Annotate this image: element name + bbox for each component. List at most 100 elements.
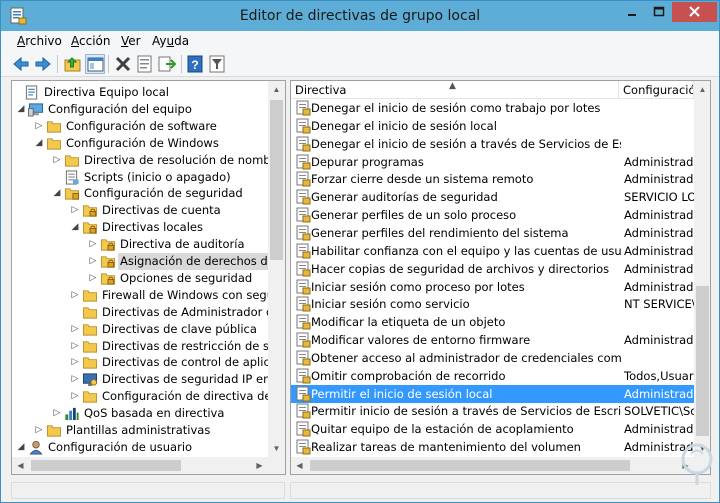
up-one-level-button[interactable]: [63, 54, 83, 74]
policy-setting-value: Administrador: [624, 243, 696, 258]
filter-options-button[interactable]: [207, 54, 227, 74]
minimize-icon: [628, 14, 636, 16]
menu-label-post: rchivo: [25, 34, 62, 48]
scroll-left-arrow[interactable]: ◀: [12, 457, 29, 474]
folder-lock-icon: [82, 220, 98, 235]
policy-row[interactable]: Iniciar sesión como proceso por lotes Adm…: [291, 278, 696, 296]
policy-row[interactable]: Generar perfiles del rendimiento del sis…: [291, 224, 696, 242]
list-horizontal-scrollbar[interactable]: ◀ ▶: [291, 457, 694, 474]
menu-accelerator: A: [71, 34, 79, 48]
policy-row[interactable]: Depurar programas Administrador: [291, 153, 696, 171]
menu-archivo[interactable]: Archivo: [17, 34, 62, 48]
expand-arrow-icon[interactable]: ▷: [70, 202, 80, 219]
policy-row[interactable]: Habilitar confianza con el equipo y las …: [291, 242, 696, 260]
policy-name: Denegar el inicio de sesión como trabajo…: [311, 101, 601, 115]
toolbar-separator: [108, 55, 109, 73]
expand-arrow-icon[interactable]: ▷: [70, 371, 80, 388]
expand-arrow-icon[interactable]: ▷: [70, 388, 80, 405]
scroll-up-arrow[interactable]: ▲: [268, 81, 285, 98]
scroll-down-arrow[interactable]: ▼: [268, 440, 285, 457]
scroll-thumb[interactable]: [310, 460, 630, 471]
policy-row[interactable]: Realizar tareas de mantenimiento del vol…: [291, 438, 696, 456]
policy-row[interactable]: Modificar valores de entorno firmware Adm…: [291, 331, 696, 349]
policy-setting-icon: [295, 421, 311, 437]
console-tree[interactable]: Directiva Equipo local ◢ Configuración del…: [11, 80, 286, 475]
scroll-up-arrow[interactable]: ▲: [694, 81, 710, 98]
title-bar[interactable]: Editor de directivas de grupo local: [1, 1, 719, 31]
column-header-directiva[interactable]: Directiva ▲: [291, 81, 619, 99]
expand-arrow-icon[interactable]: ▷: [70, 321, 80, 338]
column-header-configuracion[interactable]: Configuración: [619, 81, 694, 99]
policy-row[interactable]: Denegar el inicio de sesión a través de …: [291, 135, 694, 153]
tree-vertical-scrollbar[interactable]: ▲ ▼: [268, 81, 285, 457]
policy-name: Modificar valores de entorno firmware: [311, 333, 531, 348]
back-button[interactable]: [11, 54, 31, 74]
tree-node-label: Plantillas administrativas: [66, 423, 211, 437]
expand-arrow-icon[interactable]: ▷: [88, 270, 98, 287]
list-vertical-scrollbar[interactable]: ▲ ▼: [694, 81, 710, 457]
menu-ayuda[interactable]: Ayuda: [152, 34, 189, 48]
delete-button[interactable]: [113, 54, 133, 74]
menu-accelerator: u: [166, 34, 175, 48]
policy-row[interactable]: Quitar equipo de la estación de acoplami…: [291, 420, 696, 438]
policy-row[interactable]: Denegar el inicio de sesión como trabajo…: [291, 99, 694, 117]
expand-arrow-icon[interactable]: ▷: [34, 422, 44, 439]
policy-row[interactable]: Generar perfiles de un solo proceso Admin…: [291, 206, 696, 224]
policy-setting-value: NT SERVICE\ALL: [624, 297, 696, 312]
expand-arrow-icon[interactable]: ▷: [70, 338, 80, 355]
collapse-arrow-icon[interactable]: ◢: [52, 185, 62, 202]
policy-setting-value: Todos,Usuarios: [624, 368, 696, 383]
details-pane[interactable]: Directiva ▲ Configuración Denegar el ini…: [290, 80, 711, 475]
policy-row[interactable]: Omitir comprobación de recorrido Todos,Us…: [291, 367, 696, 385]
scroll-thumb[interactable]: [270, 100, 283, 260]
expand-arrow-icon[interactable]: ▷: [34, 118, 44, 135]
properties-button[interactable]: [135, 54, 155, 74]
collapse-arrow-icon[interactable]: ◢: [16, 101, 26, 118]
folder-icon: [82, 355, 98, 370]
collapse-arrow-icon[interactable]: ◢: [34, 135, 44, 152]
policy-row[interactable]: Permitir el inicio de sesión local Admini…: [291, 384, 696, 403]
collapse-arrow-icon[interactable]: ◢: [70, 219, 80, 236]
policy-setting-icon: [295, 118, 311, 134]
expand-arrow-icon[interactable]: ▷: [52, 405, 62, 422]
policy-row[interactable]: Denegar el inicio de sesión local: [291, 117, 694, 135]
policy-row[interactable]: Forzar cierre desde un sistema remoto Adm…: [291, 170, 696, 188]
help-button[interactable]: ?: [185, 54, 205, 74]
policy-row[interactable]: Iniciar sesión como servicio NT SERVICE\A…: [291, 295, 696, 313]
export-list-button[interactable]: [157, 54, 177, 74]
policy-name: Denegar el inicio de sesión a través de …: [311, 136, 621, 151]
menu-accion[interactable]: Acción: [71, 34, 110, 48]
status-bar: [1, 479, 719, 502]
scroll-thumb[interactable]: [31, 460, 181, 471]
expand-arrow-icon[interactable]: ▷: [88, 253, 98, 270]
policy-setting-icon: [295, 368, 311, 384]
policy-setting-icon: [295, 279, 311, 295]
tree-node-label: Directivas de control de aplicaciones: [102, 355, 285, 370]
minimize-button[interactable]: [619, 2, 645, 22]
policy-row[interactable]: Hacer copias de seguridad de archivos y …: [291, 260, 696, 278]
scroll-left-arrow[interactable]: ◀: [291, 457, 308, 474]
maximize-button[interactable]: [646, 2, 672, 22]
scroll-right-arrow[interactable]: ▶: [251, 457, 268, 474]
policy-row[interactable]: Obtener acceso al administrador de crede…: [291, 349, 694, 367]
policy-name: Habilitar confianza con el equipo y las …: [311, 243, 621, 258]
folder-icon: [46, 423, 62, 438]
folder-lock-icon: [100, 237, 116, 252]
close-button[interactable]: [672, 2, 717, 22]
forward-button[interactable]: [33, 54, 53, 74]
show-hide-tree-button[interactable]: [85, 54, 105, 74]
expand-arrow-icon[interactable]: ▷: [70, 354, 80, 371]
policy-doc-icon: [24, 85, 40, 100]
scroll-thumb[interactable]: [696, 286, 709, 436]
expand-arrow-icon[interactable]: ▷: [52, 152, 62, 169]
policy-row[interactable]: Generar auditorías de seguridad SERVICIO …: [291, 188, 696, 206]
tree-node-label: QoS basada en directiva: [84, 406, 225, 421]
policy-row[interactable]: Modificar la etiqueta de un objeto: [291, 313, 694, 331]
expand-arrow-icon[interactable]: ▷: [88, 236, 98, 253]
tree-horizontal-scrollbar[interactable]: ◀ ▶: [12, 457, 268, 474]
policy-row[interactable]: Permitir inicio de sesión a través de Se…: [291, 402, 696, 420]
collapse-arrow-icon[interactable]: ◢: [16, 439, 26, 456]
policy-name: Modificar la etiqueta de un objeto: [311, 315, 506, 330]
menu-ver[interactable]: Ver: [121, 34, 141, 48]
expand-arrow-icon[interactable]: ▷: [70, 287, 80, 304]
